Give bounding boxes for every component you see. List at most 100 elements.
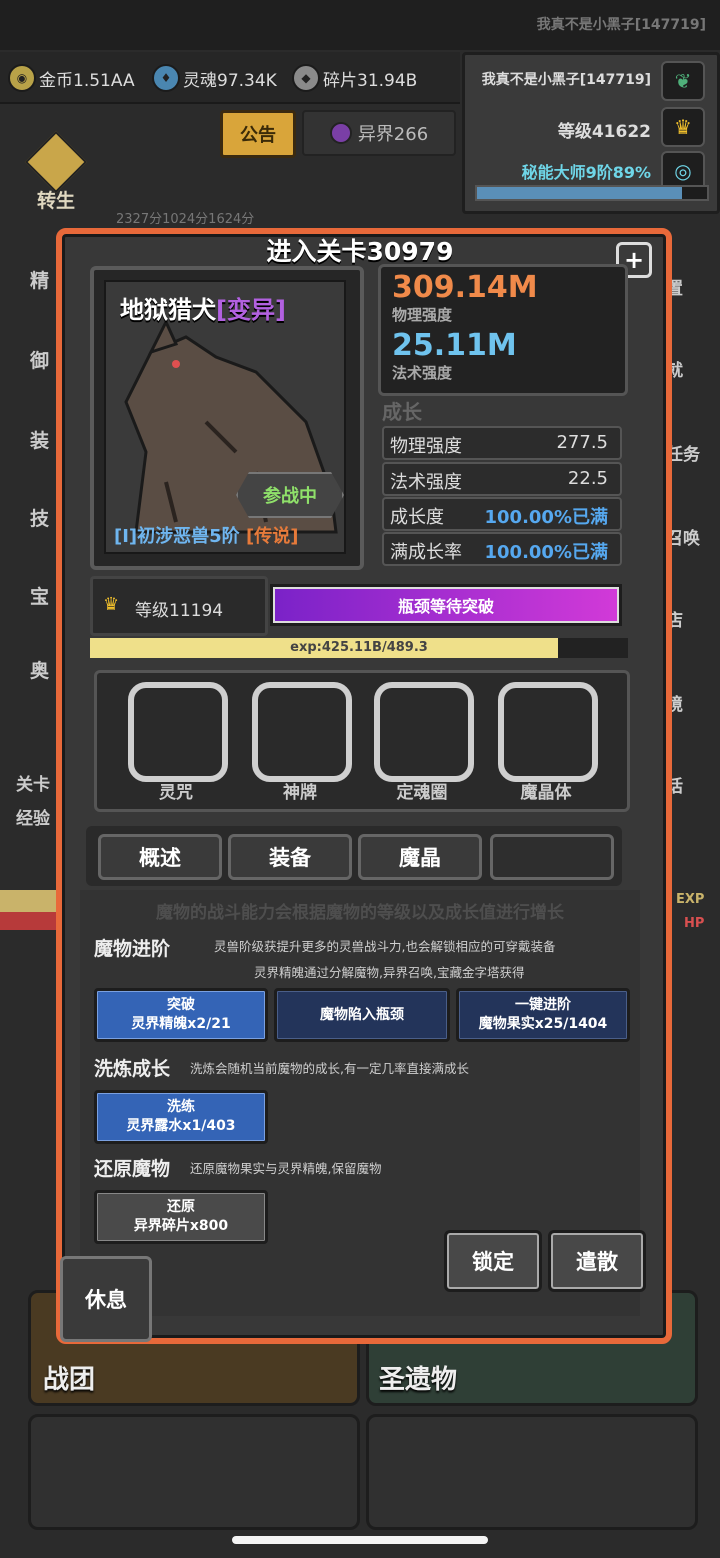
growth-row: 成长度 100.00%已满 — [382, 497, 622, 531]
class-icon: ❦ — [661, 61, 705, 101]
growth-row: 物理强度 277.5 — [382, 426, 622, 460]
restore-button[interactable]: 还原 异界碎片x800 — [94, 1190, 268, 1244]
physical-power-value: 309.14M — [392, 270, 538, 305]
refine-button[interactable]: 洗练 灵界露水x1/403 — [94, 1090, 268, 1144]
side-menu-item[interactable]: 御 — [30, 346, 56, 373]
side-menu-item[interactable]: 奥 — [30, 656, 56, 683]
mastery-label: 秘能大师9阶89% — [521, 163, 651, 182]
advance-desc: 灵兽阶级获提升更多的灵兽战斗力,也会解锁相应的可穿戴装备 — [214, 939, 556, 954]
tab-empty[interactable] — [490, 834, 614, 880]
hp-tag: HP — [684, 916, 705, 931]
dialog-title: 进入关卡30979 — [266, 237, 454, 266]
slot-divine-card[interactable] — [252, 682, 352, 782]
physical-power-label: 物理强度 — [392, 306, 453, 324]
growth-row-label: 法术强度 — [390, 472, 462, 493]
button-cost: 魔物果实x25/1404 — [478, 1016, 608, 1032]
bottleneck-button[interactable]: 魔物陷入瓶颈 — [274, 988, 450, 1042]
growth-row: 法术强度 22.5 — [382, 462, 622, 496]
exp-tag: EXP — [676, 892, 705, 907]
empty-card[interactable] — [366, 1414, 698, 1530]
button-label: 魔物陷入瓶颈 — [320, 1006, 404, 1023]
button-cost: 异界碎片x800 — [133, 1218, 229, 1234]
mutation-tag: [变异] — [216, 296, 286, 324]
growth-row: 满成长率 100.00%已满 — [382, 532, 622, 566]
slot-soul-ring[interactable] — [374, 682, 474, 782]
notice-button[interactable]: 公告 — [220, 110, 296, 158]
shard-label: 碎片31.94B — [323, 70, 418, 91]
growth-row-label: 满成长率 — [390, 542, 462, 563]
crown-icon: ♛ — [661, 107, 705, 147]
exp-label: 经验 — [16, 809, 50, 829]
dismiss-button[interactable]: 遣散 — [548, 1230, 646, 1292]
player-panel[interactable]: 我真不是小黑子[147719] ❦ 等级41622 ♛ 秘能大师9阶89% ◎ — [462, 52, 720, 214]
stage-label: 关卡 — [16, 775, 50, 795]
rest-button[interactable]: 休息 — [60, 1256, 152, 1342]
side-menu-item[interactable]: 技 — [30, 504, 56, 531]
button-label: 洗练 — [167, 1099, 195, 1115]
monster-name: 地狱猎犬[变异] — [120, 290, 286, 325]
monster-name-text: 地狱猎犬 — [120, 296, 216, 324]
refine-desc: 洗炼会随机当前魔物的成长,有一定几率直接满成长 — [190, 1061, 469, 1076]
growth-row-value: 22.5 — [567, 468, 608, 489]
button-cost: 灵界精魄x2/21 — [131, 1016, 231, 1032]
button-label: 一键进阶 — [515, 997, 571, 1013]
home-indicator[interactable] — [232, 1536, 488, 1544]
bottleneck-bar: 瓶颈等待突破 — [270, 584, 622, 626]
slot-magic-crystal[interactable] — [498, 682, 598, 782]
mastery-progress-bar — [475, 185, 709, 201]
restore-desc: 还原魔物果实与灵界精魄,保留魔物 — [190, 1161, 382, 1176]
slot-label: 灵咒 — [159, 783, 193, 803]
in-battle-badge: 参战中 — [236, 472, 344, 518]
otherworld-button[interactable]: 异界266 — [302, 110, 456, 156]
slot-label: 定魂圈 — [396, 783, 448, 803]
refine-title: 洗炼成长 — [94, 1058, 171, 1080]
growth-row-value: 100.00%已满 — [484, 507, 609, 528]
advance-title: 魔物进阶 — [94, 938, 171, 960]
button-label: 突破 — [167, 997, 195, 1013]
player-title: 我真不是小黑子[147719] — [536, 17, 706, 33]
side-menu-item[interactable]: 宝 — [30, 582, 56, 609]
left-hp-bar — [0, 912, 56, 930]
magic-power-label: 法术强度 — [392, 364, 453, 382]
tab-overview[interactable]: 概述 — [98, 834, 222, 880]
growth-row-label: 成长度 — [390, 507, 444, 528]
side-menu-item[interactable]: 精 — [30, 266, 56, 293]
overview-hint: 魔物的战斗能力会根据魔物的等级以及成长值进行增长 — [156, 903, 564, 923]
shard-icon: ◆ — [292, 64, 320, 92]
resource-shard: ◆ 碎片31.94B — [292, 64, 417, 92]
tab-magic-crystal[interactable]: 魔晶 — [358, 834, 482, 880]
empty-card[interactable] — [28, 1414, 360, 1530]
coin-label: 金币1.51AA — [39, 70, 135, 91]
rarity-tag: [传说] — [245, 526, 299, 547]
coin-icon: ◉ — [8, 64, 36, 92]
relic-label: 圣遗物 — [379, 1365, 458, 1395]
growth-row-value: 100.00%已满 — [484, 542, 609, 563]
growth-row-label: 物理强度 — [390, 436, 462, 457]
soul-label: 灵魂97.34K — [183, 70, 277, 91]
resource-soul: ♦ 灵魂97.34K — [152, 64, 277, 92]
slot-label: 神牌 — [283, 783, 317, 803]
exp-text: exp:425.11B/489.3 — [290, 640, 428, 655]
resource-coin: ◉ 金币1.51AA — [8, 64, 135, 92]
magic-power-value: 25.11M — [392, 328, 517, 363]
button-cost: 灵界露水x1/403 — [126, 1118, 236, 1134]
rebirth-button[interactable]: 转生 — [24, 130, 88, 212]
growth-row-value: 277.5 — [556, 432, 608, 453]
one-key-advance-button[interactable]: 一键进阶 魔物果实x25/1404 — [456, 988, 630, 1042]
side-menu-item[interactable]: 装 — [30, 426, 56, 453]
slot-label: 魔晶体 — [520, 783, 572, 803]
rebirth-icon — [24, 130, 88, 194]
rank-text: [I]初涉恶兽5阶 — [114, 526, 240, 547]
lock-button[interactable]: 锁定 — [444, 1230, 542, 1292]
player-level: 等级41622 — [557, 122, 651, 142]
guild-label: 战团 — [43, 1365, 96, 1395]
breakthrough-button[interactable]: 突破 灵界精魄x2/21 — [94, 988, 268, 1042]
slot-spell-curse[interactable] — [128, 682, 228, 782]
tab-equipment[interactable]: 装备 — [228, 834, 352, 880]
crown-icon: ♛ — [103, 594, 120, 615]
exp-progress-bar: exp:425.11B/489.3 — [90, 638, 628, 658]
growth-title: 成长 — [382, 400, 422, 424]
advance-source-desc: 灵界精魄通过分解魔物,异界召唤,宝藏金字塔获得 — [254, 965, 525, 980]
button-label: 还原 — [167, 1199, 195, 1215]
monster-level-text: 等级11194 — [135, 601, 224, 621]
